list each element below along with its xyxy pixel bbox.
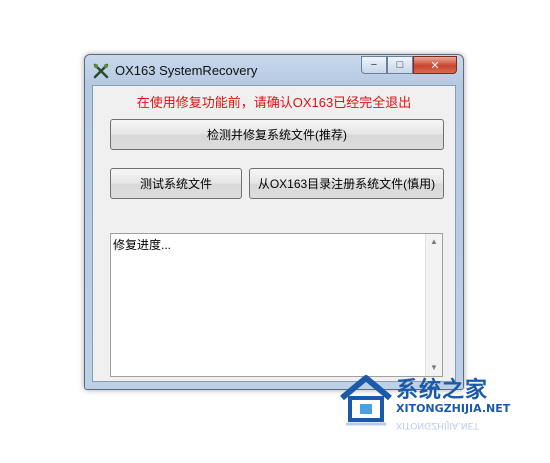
house-logo-icon [340,375,392,426]
dialog-body: 在使用修复功能前，请确认OX163已经完全退出 检测并修复系统文件(推荐) 测试… [92,85,456,382]
progress-log-text: 修复进度... [113,238,172,252]
watermark-title: 系统之家 [396,377,489,402]
watermark-reflection: XITONGZHIJIA.NET [396,420,479,430]
watermark-domain: XITONGZHIJIA.NET [396,402,511,415]
warning-notice: 在使用修复功能前，请确认OX163已经完全退出 [136,95,412,110]
close-icon: ✕ [430,59,440,72]
minimize-button[interactable]: − [361,56,387,74]
maximize-button[interactable]: □ [387,56,413,74]
window-controls: − □ ✕ [361,56,457,74]
detect-repair-button[interactable]: 检测并修复系统文件(推荐) [110,119,444,150]
app-window: OX163 SystemRecovery − □ ✕ 在使用修复功能前，请确认O… [84,54,464,390]
maximize-icon: □ [396,59,404,71]
site-watermark: 系统之家 XITONGZHIJIA.NET XITONGZHIJIA.NET [336,360,542,450]
test-system-files-button[interactable]: 测试系统文件 [110,168,242,199]
vertical-scrollbar[interactable]: ▲ ▼ [425,234,442,376]
progress-log[interactable]: 修复进度... ▲ ▼ [110,233,443,377]
window-title: OX163 SystemRecovery [115,63,258,78]
minimize-icon: − [370,59,378,71]
tools-icon [93,63,109,79]
close-button[interactable]: ✕ [413,56,457,74]
register-system-files-button[interactable]: 从OX163目录注册系统文件(慎用) [249,168,444,199]
title-bar[interactable]: OX163 SystemRecovery − □ ✕ [85,55,463,85]
scroll-up-icon[interactable]: ▲ [426,234,442,250]
